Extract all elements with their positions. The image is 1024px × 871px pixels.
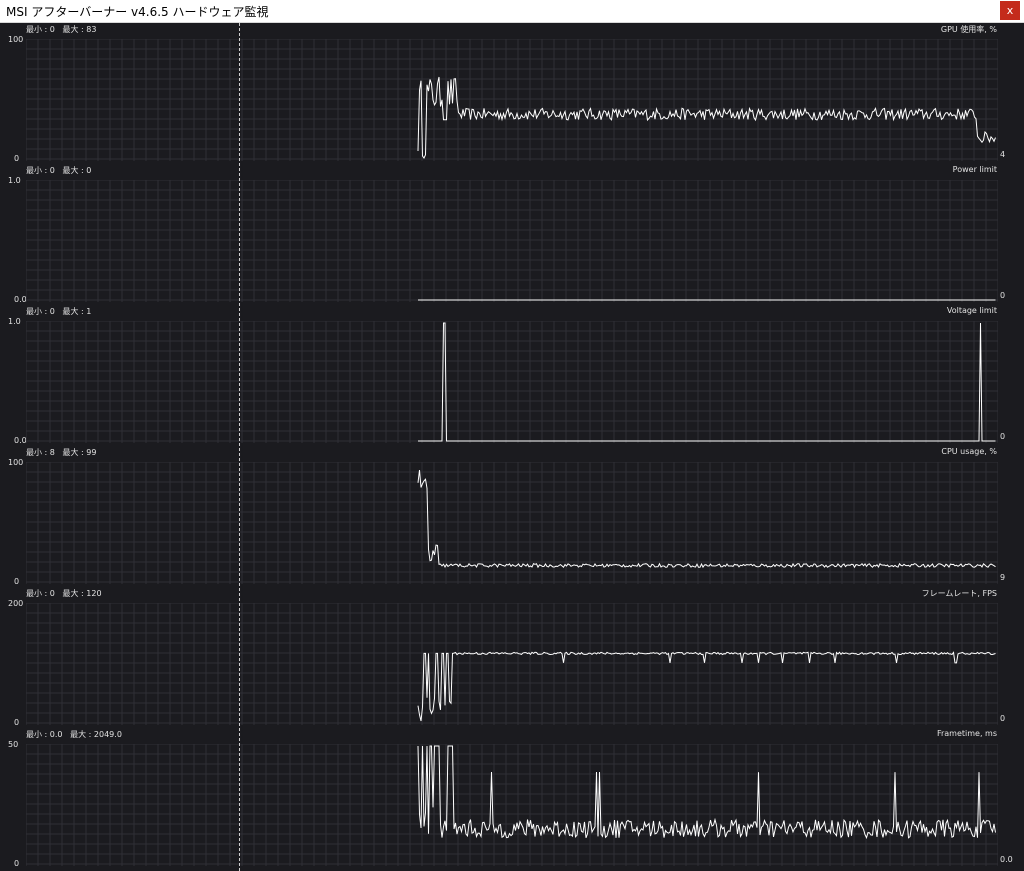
grid	[26, 39, 998, 161]
current-value: 9	[1000, 573, 1006, 582]
graph-stats: 最小 : 0 最大 : 0	[26, 166, 92, 175]
graph-plot	[26, 462, 998, 584]
grid	[26, 180, 998, 302]
graph-gpu-usage[interactable]: 最小 : 0 最大 : 83 GPU 使用率, % 100 0 4	[0, 23, 1024, 164]
graph-frametime[interactable]: 最小 : 0.0 最大 : 2049.0 Frametime, ms 50 0 …	[0, 728, 1024, 869]
graph-title: フレームレート, FPS	[921, 589, 997, 598]
history-cursor-line	[239, 23, 240, 871]
graph-stats: 最小 : 0 最大 : 120	[26, 589, 102, 598]
window-title: MSI アフターバーナー v4.6.5 ハードウェア監視	[6, 5, 269, 19]
current-value: 4	[1000, 150, 1006, 159]
graph-stats: 最小 : 0 最大 : 1	[26, 307, 92, 316]
current-value: 0	[1000, 432, 1006, 441]
title-bar: MSI アフターバーナー v4.6.5 ハードウェア監視 x	[0, 0, 1024, 23]
graph-plot	[26, 39, 998, 161]
grid	[26, 744, 998, 866]
graph-plot	[26, 603, 998, 725]
graph-title: CPU usage, %	[941, 447, 997, 456]
graph-power-limit[interactable]: 最小 : 0 最大 : 0 Power limit 1.0 0.0 0	[0, 164, 1024, 305]
graph-plot	[26, 180, 998, 302]
graph-voltage-limit[interactable]: 最小 : 0 最大 : 1 Voltage limit 1.0 0.0 0	[0, 305, 1024, 446]
graph-title: Frametime, ms	[936, 729, 997, 738]
graph-title: Power limit	[952, 165, 997, 174]
current-value: 0	[1000, 714, 1006, 723]
graph-framerate[interactable]: 最小 : 0 最大 : 120 フレームレート, FPS 200 0 0	[0, 587, 1024, 728]
graph-stats: 最小 : 0.0 最大 : 2049.0	[26, 730, 122, 739]
grid	[26, 603, 998, 725]
graph-cpu-usage[interactable]: 最小 : 8 最大 : 99 CPU usage, % 100 0 9	[0, 446, 1024, 587]
current-value: 0.0	[1000, 855, 1013, 864]
current-value: 0	[1000, 291, 1006, 300]
graph-stats: 最小 : 0 最大 : 83	[26, 25, 97, 34]
graph-stats: 最小 : 8 最大 : 99	[26, 448, 97, 457]
series-line	[417, 469, 996, 569]
graph-plot	[26, 744, 998, 866]
close-button[interactable]: x	[1000, 1, 1020, 20]
graph-title: Voltage limit	[946, 306, 997, 315]
graph-title: GPU 使用率, %	[940, 25, 997, 34]
graph-plot	[26, 321, 998, 443]
grid	[26, 321, 998, 443]
hardware-monitor: 最小 : 0 最大 : 83 GPU 使用率, % 100 0 4 最小 : 0…	[0, 23, 1024, 871]
